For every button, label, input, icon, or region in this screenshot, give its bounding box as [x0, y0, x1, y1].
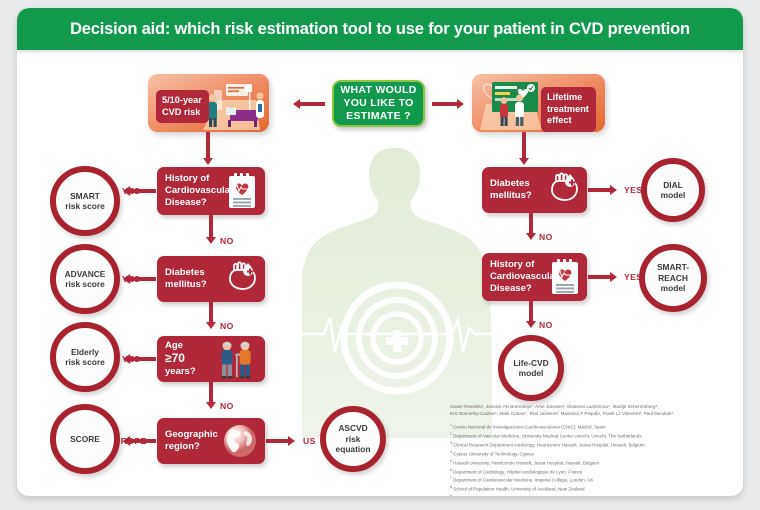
right-step-2-question: History of Cardiovascular Disease?: [490, 259, 559, 294]
blood-drop-hand-icon: [225, 261, 257, 297]
connector-right-step1-yes: [588, 188, 610, 192]
author-line-2: Eric Bonnefoy-Cudraz⁶, Mark Cobain⁷, Rod…: [450, 410, 674, 416]
left-step-4-box[interactable]: Geographic region?: [157, 418, 265, 464]
page-title: Decision aid: which risk estimation tool…: [70, 19, 690, 38]
connector-left-3-4: [209, 382, 213, 404]
outcome-dial-model[interactable]: DIAL model: [641, 158, 705, 222]
blood-drop-hand-icon: [547, 172, 579, 208]
left-step-1-box[interactable]: History of Cardiovascular Disease?: [157, 167, 265, 215]
outcome-dial-label: DIAL model: [660, 179, 686, 201]
right-step-2-box[interactable]: History of Cardiovascular Disease?: [482, 253, 587, 301]
arrow-left-down: [203, 158, 213, 165]
center-question-box: WHAT WOULD YOU LIKE TO ESTIMATE ?: [332, 80, 425, 127]
left-step-1-yes-label: YES: [122, 186, 141, 196]
outcome-elderly-label: Elderly risk score: [65, 346, 105, 368]
left-step-2-yes-label: YES: [122, 274, 141, 284]
globe-icon: [221, 422, 259, 460]
outcome-ascvd-risk-equation[interactable]: ASCVD risk equation: [320, 406, 386, 472]
right-illustration-caption: Lifetime treatment effect: [541, 87, 596, 132]
outcome-advance-label: ADVANCE risk score: [64, 268, 106, 290]
affiliation-item: 5 Hasselt University, Heartcentre Hassel…: [450, 458, 600, 466]
infographic-card: Decision aid: which risk estimation tool…: [17, 8, 743, 496]
target-rings-icon: [340, 281, 454, 395]
outcome-ascvd-label: ASCVD risk equation: [335, 423, 371, 455]
right-step-1-yes-label: YES: [624, 185, 643, 195]
outcome-life-cvd-label: Life-CVD model: [513, 357, 549, 379]
outcome-smart-label: SMART risk score: [65, 190, 105, 212]
arrow-right-2-3: [526, 321, 536, 328]
outcome-advance-risk-score[interactable]: ADVANCE risk score: [50, 244, 120, 314]
center-question-label: WHAT WOULD YOU LIKE TO ESTIMATE ?: [340, 84, 417, 122]
outcome-score[interactable]: SCORE: [50, 404, 120, 474]
affiliation-item: 4 Cyprus University of Technology, Cypru…: [450, 449, 534, 457]
left-step-4-us-label: US: [303, 436, 316, 446]
left-step-2-question: Diabetes mellitus?: [165, 267, 207, 290]
medical-cross-icon: [386, 330, 408, 352]
right-illustration-box: Lifetime treatment effect: [472, 74, 605, 132]
affiliation-item: 7 Department of Cardiovascular Medicine,…: [450, 476, 594, 483]
arrow-right-step1-yes: [610, 185, 617, 195]
left-step-1-no-label: NO: [220, 236, 234, 246]
arrow-left-1-2: [206, 237, 216, 244]
left-step-1-question: History of Cardiovascular Disease?: [165, 173, 234, 208]
left-step-3-question: Age ≥70 years?: [165, 340, 196, 377]
author-line-1: Xavier Rossello¹, Jannick AN Borredeijn²…: [450, 404, 659, 409]
outcome-life-cvd-model[interactable]: Life-CVD model: [498, 335, 564, 401]
arrow-left-3-4: [206, 402, 216, 409]
connector-left-step4-us: [266, 439, 288, 443]
right-step-1-question: Diabetes mellitus?: [490, 178, 532, 201]
affiliation-item: 1 Centro Nacional de Investigaciones Car…: [450, 423, 606, 430]
connector-center-left: [300, 101, 325, 106]
outcome-score-label: SCORE: [70, 433, 100, 444]
connector-center-right: [432, 101, 457, 106]
elderly-people-icon: [215, 339, 257, 379]
affiliation-item: 9 Heart Failure Unit, Cardiology, G da S…: [450, 493, 743, 496]
outcome-elderly-risk-score[interactable]: Elderly risk score: [50, 322, 120, 392]
right-step-2-no-label: NO: [539, 320, 553, 330]
arrow-right-step2-yes: [610, 272, 617, 282]
body-silhouette-graphic: [302, 148, 492, 438]
connector-left-2-3: [209, 302, 213, 324]
left-step-2-no-label: NO: [220, 321, 234, 331]
left-step-3-box[interactable]: Age ≥70 years?: [157, 336, 265, 382]
connector-right-1-2: [529, 213, 533, 235]
outcome-smart-reach-model[interactable]: SMART- REACH model: [639, 244, 707, 312]
left-illustration-box: 5/10-year CVD risk: [148, 74, 269, 132]
affiliation-item: 6 Department of Cardiology, Hôpital card…: [450, 467, 583, 475]
arrow-left-step4-us: [288, 436, 295, 446]
affiliation-item: 8 School of Population Health, Universit…: [450, 485, 585, 492]
left-step-4-question: Geographic region?: [165, 429, 218, 452]
connector-right-step2-yes: [588, 275, 610, 279]
author-list: Xavier Rossello¹, Jannick AN Borredeijn²…: [450, 404, 743, 417]
arrow-left-2-3: [206, 322, 216, 329]
affiliation-item: 2 Department of Vascular Medicine, Unive…: [450, 431, 642, 439]
affiliation-item: 3 Clinical Research Department cardiolog…: [450, 440, 645, 448]
connector-left-1-2: [209, 215, 213, 239]
left-step-2-box[interactable]: Diabetes mellitus?: [157, 256, 265, 302]
connector-right-2-3: [529, 301, 533, 323]
outcome-smart-risk-score[interactable]: SMART risk score: [50, 166, 120, 236]
arrow-right-down: [519, 158, 529, 165]
arrow-left-branch: [293, 98, 300, 109]
outcome-smart-reach-label: SMART- REACH model: [656, 262, 690, 294]
left-step-3-yes-label: YES: [122, 354, 141, 364]
left-step-3-no-label: NO: [220, 401, 234, 411]
right-step-1-no-label: NO: [539, 232, 553, 242]
arrow-right-1-2: [526, 233, 536, 240]
arrow-right-branch: [457, 98, 464, 109]
affiliation-list: 1 Centro Nacional de Investigaciones Car…: [450, 422, 743, 496]
left-illustration-caption: 5/10-year CVD risk: [156, 90, 209, 123]
connector-right-down: [522, 132, 526, 160]
right-step-1-box[interactable]: Diabetes mellitus?: [482, 167, 587, 213]
connector-left-down: [206, 132, 210, 160]
header-banner: Decision aid: which risk estimation tool…: [17, 8, 743, 50]
